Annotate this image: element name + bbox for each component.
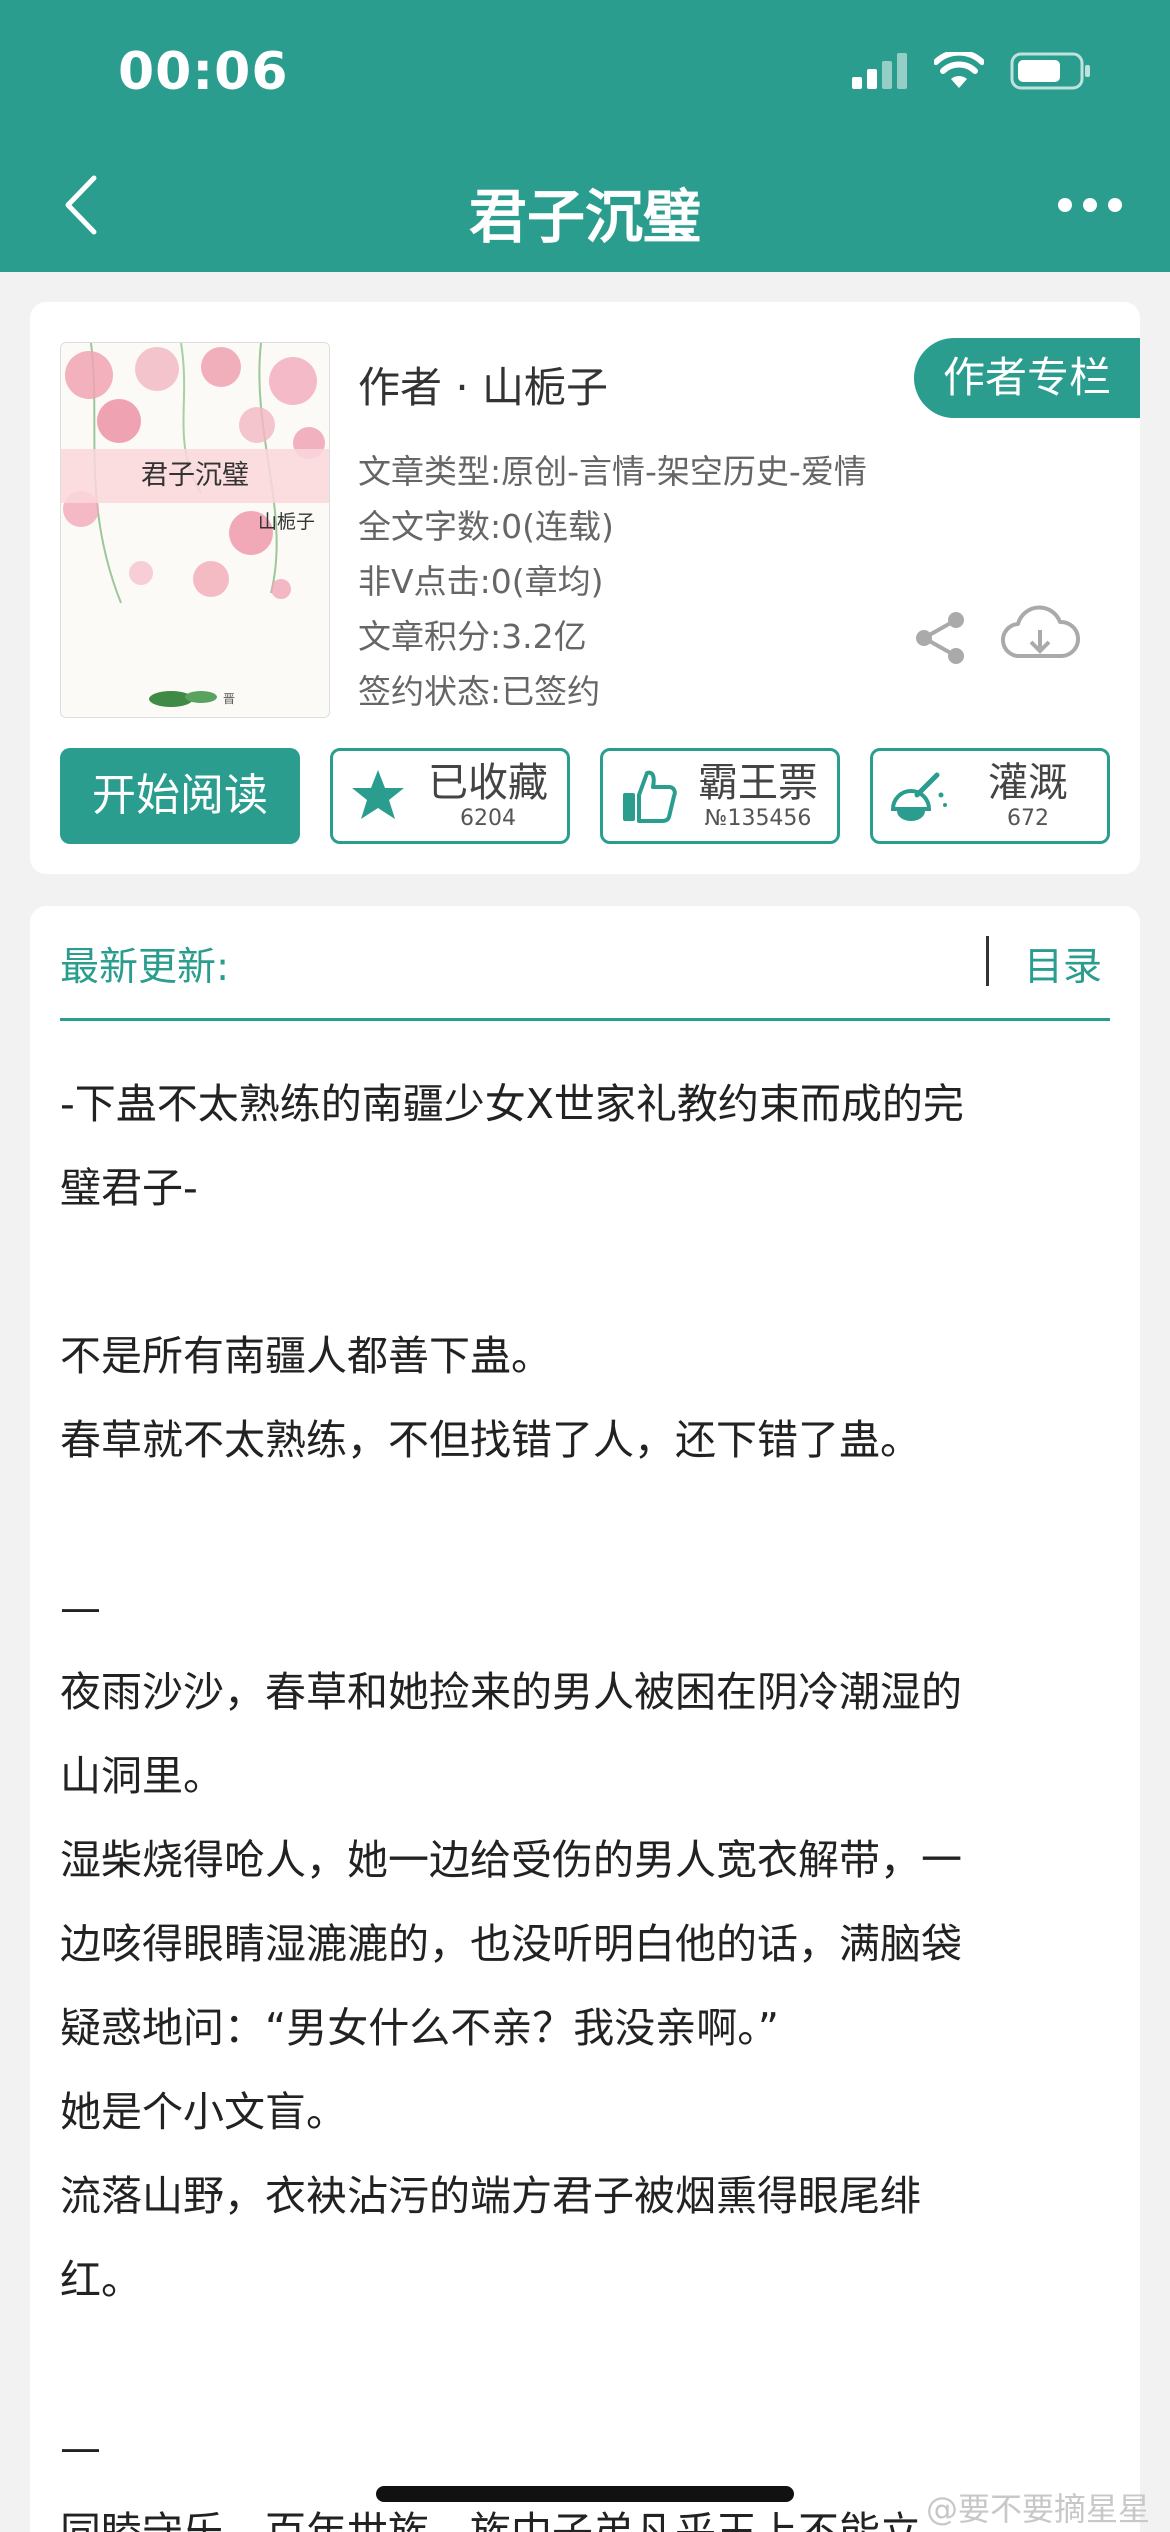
more-icon[interactable] xyxy=(1050,180,1130,230)
vote-label: 霸王票 xyxy=(698,760,818,806)
header-divider xyxy=(986,936,989,986)
latest-update-link[interactable]: 最新更新: xyxy=(60,936,229,992)
collect-label: 已收藏 xyxy=(428,760,548,806)
synopsis-line: 不是所有南疆人都善下蛊。 xyxy=(60,1332,552,1380)
share-icon[interactable] xyxy=(910,608,970,668)
synopsis-line: 湿柴烧得呛人，她一边给受伤的男人宽衣解带，一 xyxy=(60,1836,962,1884)
vote-rank: №135456 xyxy=(704,806,812,831)
star-icon xyxy=(352,770,404,819)
top-bar: 00:06 君子沉璧 xyxy=(0,0,1170,272)
book-info-card: 晋 君子沉璧 山栀子 作者 · 山栀子 作者专栏 文章类型:原创-言情-架空历史… xyxy=(30,302,1140,874)
cover-author: 山栀子 xyxy=(257,511,315,533)
nutrient-button[interactable]: 灌溉 672 xyxy=(870,748,1110,844)
svg-text:晋: 晋 xyxy=(223,692,235,706)
synopsis-line: 疑惑地问：“男女什么不亲？我没亲啊。” xyxy=(60,2004,779,2052)
toc-link[interactable]: 目录 xyxy=(1024,936,1102,992)
author-name[interactable]: 作者 · 山栀子 xyxy=(358,354,608,415)
synopsis-line xyxy=(60,2322,1120,2406)
synopsis-line: 璧君子- xyxy=(60,1164,198,1212)
wifi-icon xyxy=(934,52,984,88)
meta-genre: 文章类型:原创-言情-架空历史-爱情 xyxy=(358,452,867,491)
synopsis-line: 红。 xyxy=(60,2256,142,2304)
nutrient-count: 672 xyxy=(1007,806,1049,831)
synopsis-line: 山洞里。 xyxy=(60,1752,224,1800)
synopsis-line: -下蛊不太熟练的南疆少女X世家礼教约束而成的完 xyxy=(60,1080,964,1128)
book-meta: 文章类型:原创-言情-架空历史-爱情 全文字数:0(连载) 非V点击:0(章均)… xyxy=(358,444,867,719)
signal-icon xyxy=(852,53,907,89)
watermark: @要不要摘星星 xyxy=(925,2490,1150,2528)
nutrient-label: 灌溉 xyxy=(988,760,1068,806)
page-title: 君子沉璧 xyxy=(468,183,701,251)
synopsis-line: 夜雨沙沙，春草和她捡来的男人被困在阴冷潮湿的 xyxy=(60,1668,962,1716)
collect-button[interactable]: 已收藏 6204 xyxy=(330,748,570,844)
author-column-button[interactable]: 作者专栏 xyxy=(914,338,1140,418)
cover-title: 君子沉璧 xyxy=(61,449,329,503)
home-indicator[interactable] xyxy=(376,2486,794,2502)
synopsis-line: 流落山野，衣袂沾污的端方君子被烟熏得眼尾绯 xyxy=(60,2172,921,2220)
synopsis-line: — xyxy=(60,1584,101,1632)
download-icon[interactable] xyxy=(1000,604,1080,670)
status-time: 00:06 xyxy=(118,42,289,102)
collect-count: 6204 xyxy=(460,806,516,831)
thumbs-up-icon xyxy=(623,770,677,823)
battery-icon xyxy=(1010,52,1090,90)
meta-sign-status: 签约状态:已签约 xyxy=(358,672,601,711)
meta-word-count: 全文字数:0(连载) xyxy=(358,507,614,546)
synopsis-line: 边咳得眼睛湿漉漉的，也没听明白他的话，满脑袋 xyxy=(60,1920,962,1968)
synopsis-line: — xyxy=(60,2424,101,2472)
synopsis-line xyxy=(60,1230,1120,1314)
status-icons xyxy=(852,52,1092,90)
meta-score: 文章积分:3.2亿 xyxy=(358,617,587,656)
start-reading-button[interactable]: 开始阅读 xyxy=(60,748,300,844)
book-cover[interactable]: 晋 君子沉璧 山栀子 xyxy=(60,342,330,718)
synopsis-line: 她是个小文盲。 xyxy=(60,2088,347,2136)
meta-clicks: 非V点击:0(章均) xyxy=(358,562,604,601)
section-divider xyxy=(60,1018,1110,1021)
watering-flask-icon xyxy=(890,772,947,821)
synopsis-text: -下蛊不太熟练的南疆少女X世家礼教约束而成的完 璧君子- 不是所有南疆人都善下蛊。春… xyxy=(60,1062,1120,2532)
vote-button[interactable]: 霸王票 №135456 xyxy=(600,748,840,844)
synopsis-line: 春草就不太熟练，不但找错了人，还下错了蛊。 xyxy=(60,1416,921,1464)
synopsis-card: 最新更新: 目录 -下蛊不太熟练的南疆少女X世家礼教约束而成的完 璧君子- 不是所有… xyxy=(30,906,1140,2532)
synopsis-line xyxy=(60,1482,1120,1566)
